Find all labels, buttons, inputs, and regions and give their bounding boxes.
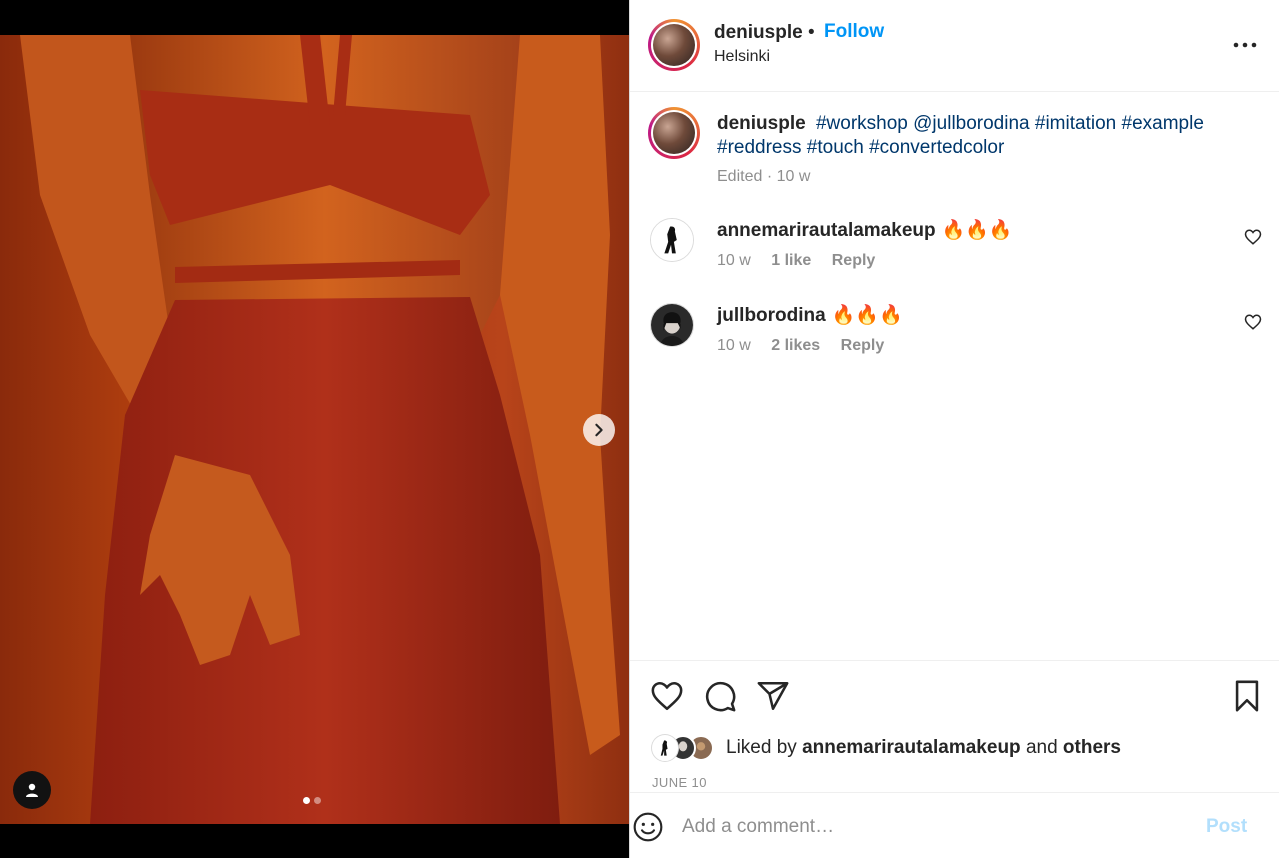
caption-username[interactable]: deniusple — [717, 113, 806, 134]
commenter-username[interactable]: jullborodina — [717, 305, 826, 326]
caption-text: deniusple #workshop @jullborodina #imita… — [717, 112, 1237, 160]
more-options-icon — [1233, 42, 1257, 48]
photo-illustration — [20, 35, 620, 824]
comment-icon[interactable] — [703, 679, 737, 713]
comment-composer: Post — [630, 792, 1279, 858]
tagged-people-button[interactable] — [13, 771, 51, 809]
hashtag-link[interactable]: #imitation — [1035, 113, 1116, 134]
reply-button[interactable]: Reply — [832, 252, 876, 269]
comment-heart-icon[interactable] — [1244, 313, 1262, 331]
comment-age[interactable]: 10 w — [717, 337, 751, 354]
caption-avatar[interactable] — [648, 107, 700, 159]
post-comment-button[interactable]: Post — [1206, 816, 1247, 838]
user-icon — [26, 783, 38, 797]
liked-by-and: and — [1025, 737, 1058, 758]
location-link[interactable]: Helsinki — [714, 48, 770, 66]
commenter-username[interactable]: annemarirautalamakeup — [717, 220, 936, 241]
more-options-button[interactable] — [1230, 34, 1260, 56]
hashtag-link[interactable]: #reddress — [717, 137, 802, 158]
liked-by-prefix: Liked by — [726, 737, 797, 758]
likes-summary: Liked by annemarirautalamakeup and other… — [652, 733, 1121, 763]
comment-text: 🔥🔥🔥 — [831, 305, 903, 326]
comment-input[interactable] — [682, 811, 1182, 843]
commenter-avatar[interactable] — [650, 303, 694, 347]
post-media — [0, 0, 629, 858]
reply-button[interactable]: Reply — [841, 337, 885, 354]
comment-heart-icon[interactable] — [1244, 228, 1262, 246]
hashtag-link[interactable]: #convertedcolor — [869, 137, 1004, 158]
follow-button[interactable]: Follow — [824, 21, 884, 43]
post-header: deniusple • Follow Helsinki — [630, 0, 1279, 92]
bookmark-icon[interactable] — [1230, 679, 1264, 713]
comment-likes[interactable]: 1 like — [771, 252, 811, 269]
emoji-icon[interactable] — [632, 811, 664, 843]
hashtag-link[interactable]: #touch — [807, 137, 864, 158]
post-sidebar: deniusple • Follow Helsinki deniusple #w… — [629, 0, 1279, 858]
comment-item: annemarirautalamakeup 🔥🔥🔥 10 w 1 like Rep… — [630, 218, 1279, 298]
author-avatar[interactable] — [648, 19, 700, 71]
comment-likes[interactable]: 2 likes — [771, 337, 820, 354]
carousel-dot — [314, 797, 321, 804]
post-actions: Liked by annemarirautalamakeup and other… — [630, 660, 1279, 792]
heart-icon[interactable] — [650, 679, 684, 713]
post-photo[interactable] — [0, 35, 629, 824]
commenter-avatar[interactable] — [650, 218, 694, 262]
carousel-dot-active — [303, 797, 310, 804]
liker-avatar[interactable] — [652, 735, 678, 761]
carousel-indicator — [303, 797, 321, 804]
chevron-right-icon — [595, 423, 603, 437]
comment-text: 🔥🔥🔥 — [941, 220, 1013, 241]
header-separator: • — [808, 22, 815, 43]
mention-link[interactable]: @jullborodina — [913, 113, 1029, 134]
caption-meta: Edited · 10 w — [717, 168, 811, 185]
hashtag-link[interactable]: #example — [1122, 113, 1204, 134]
next-slide-button[interactable] — [583, 414, 615, 446]
liked-by-others[interactable]: others — [1063, 737, 1121, 758]
post-date[interactable]: JUNE 10 — [652, 775, 707, 790]
liked-by-user[interactable]: annemarirautalamakeup — [802, 737, 1021, 758]
hashtag-link[interactable]: #workshop — [816, 113, 908, 134]
author-username[interactable]: deniusple — [714, 22, 803, 44]
comment-item: jullborodina 🔥🔥🔥 10 w 2 likes Reply — [630, 303, 1279, 383]
share-icon[interactable] — [756, 679, 790, 713]
comment-age[interactable]: 10 w — [717, 252, 751, 269]
